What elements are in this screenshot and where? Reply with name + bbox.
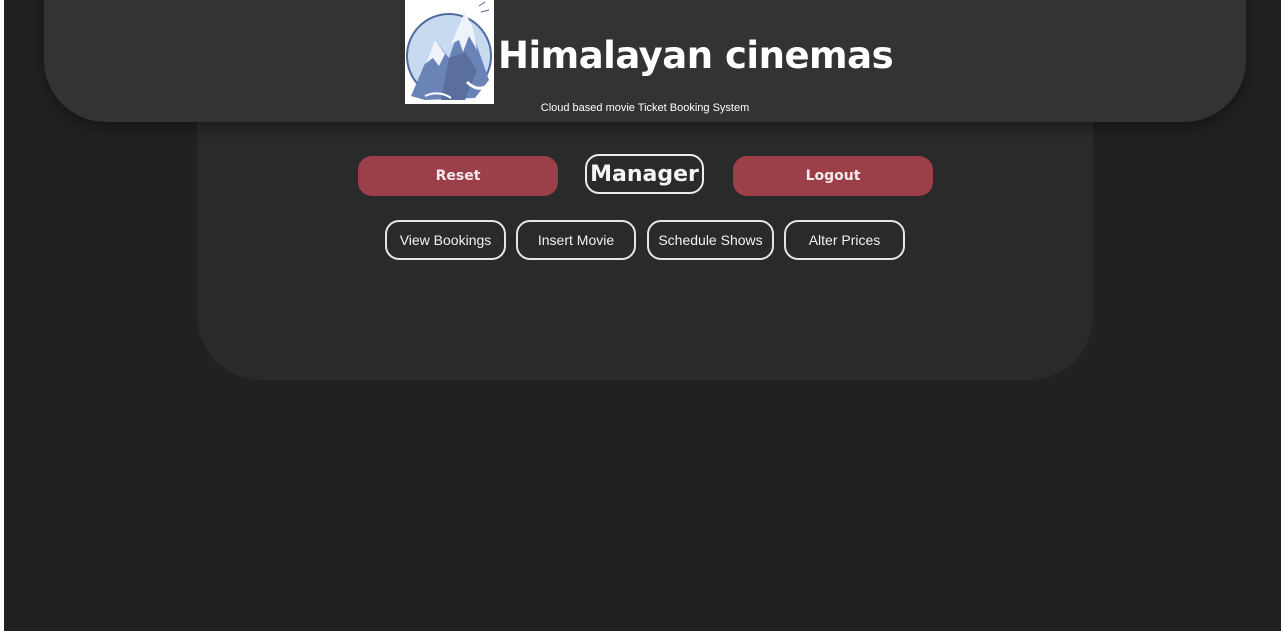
- insert-movie-button[interactable]: Insert Movie: [516, 220, 636, 260]
- brand-title: Himalayan cinemas: [498, 34, 894, 77]
- page-background: Himalayan cinemas Cloud based movie Tick…: [4, 0, 1281, 631]
- mountain-logo-icon: [405, 0, 494, 104]
- tagline: Cloud based movie Ticket Booking System: [540, 102, 750, 114]
- reset-button[interactable]: Reset: [358, 156, 558, 196]
- role-badge: Manager: [585, 154, 704, 194]
- view-bookings-button[interactable]: View Bookings: [385, 220, 506, 260]
- alter-prices-button[interactable]: Alter Prices: [784, 220, 905, 260]
- logout-button[interactable]: Logout: [733, 156, 933, 196]
- schedule-shows-button[interactable]: Schedule Shows: [647, 220, 774, 260]
